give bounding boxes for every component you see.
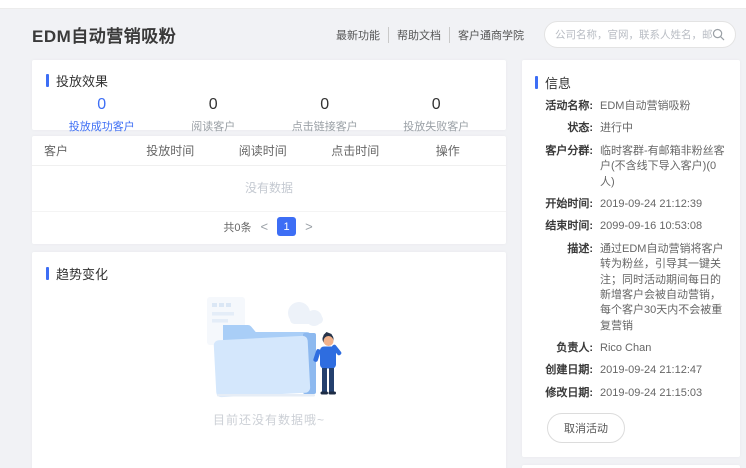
pagination: 共0条 < 1 > [32, 212, 506, 244]
customers-table-card: 客户 投放时间 阅读时间 点击时间 操作 没有数据 共0条 < 1 > [32, 136, 506, 244]
cancel-campaign-button[interactable]: 取消活动 [547, 413, 625, 443]
trend-empty-text: 目前还没有数据哦~ [213, 411, 325, 428]
column-header-delivery-time: 投放时间 [124, 142, 217, 159]
info-label: 客户分群: [535, 144, 593, 190]
prev-page-button[interactable]: < [258, 218, 270, 235]
nav-link-academy[interactable]: 客户通商学院 [449, 27, 532, 43]
stat-label: 阅读客户 [158, 118, 270, 134]
person-figure [312, 332, 341, 395]
pagination-total: 共0条 [223, 219, 251, 235]
effect-stats: 0 投放成功客户 0 阅读客户 0 点击链接客户 0 投放失败客户 [46, 96, 492, 134]
column-header-customer: 客户 [44, 142, 124, 159]
stat-value: 0 [381, 96, 493, 114]
info-label: 活动名称: [535, 99, 593, 114]
column-header-actions: 操作 [402, 142, 495, 159]
info-value: Rico Chan [600, 341, 727, 356]
info-row-status: 状态: 进行中 [535, 121, 727, 136]
info-label: 描述: [535, 242, 593, 334]
info-value: 2019-09-24 21:12:47 [600, 363, 727, 378]
info-value: 2019-09-24 21:12:39 [600, 197, 727, 212]
top-strip [0, 0, 746, 9]
page-header: EDM自动营销吸粉 最新功能 帮助文档 客户通商学院 [0, 9, 746, 60]
info-row-campaign-name: 活动名称: EDM自动营销吸粉 [535, 99, 727, 114]
left-column: 投放效果 0 投放成功客户 0 阅读客户 0 点击链接客户 0 投放失败客户 [32, 60, 506, 468]
title-accent-bar [46, 267, 49, 280]
stat-label: 点击链接客户 [269, 118, 381, 134]
nav-link-new-features[interactable]: 最新功能 [328, 27, 388, 43]
column-header-click-time: 点击时间 [309, 142, 402, 159]
info-title-text: 信息 [545, 73, 571, 92]
trend-section-title: 趋势变化 [46, 264, 492, 283]
info-value: 临时客群-有邮箱非粉丝客户(不含线下导入客户)(0人) [600, 144, 727, 190]
next-page-button[interactable]: > [303, 218, 315, 235]
title-accent-bar [46, 74, 49, 87]
stat-value: 0 [158, 96, 270, 114]
page-title: EDM自动营销吸粉 [32, 22, 176, 47]
page-number-button[interactable]: 1 [277, 217, 296, 236]
info-value: 进行中 [600, 121, 727, 136]
stat-label: 投放失败客户 [381, 118, 493, 134]
info-row-modified-date: 修改日期: 2019-09-24 21:15:03 [535, 386, 727, 401]
campaign-info-card: 信息 活动名称: EDM自动营销吸粉 状态: 进行中 客户分群: 临时客群-有邮… [522, 60, 740, 457]
info-label: 修改日期: [535, 386, 593, 401]
info-value: 2019-09-24 21:15:03 [600, 386, 727, 401]
nav-link-help-docs[interactable]: 帮助文档 [388, 27, 449, 43]
info-value: 通过EDM自动营销将客户转为粉丝，引导其一键关注；同时活动期间每日的新增客户会被… [600, 242, 727, 334]
stat-delivered-customers[interactable]: 0 投放成功客户 [46, 96, 158, 134]
info-row-created-date: 创建日期: 2019-09-24 21:12:47 [535, 363, 727, 378]
info-row-end-time: 结束时间: 2099-09-16 10:53:08 [535, 219, 727, 234]
stat-value: 0 [269, 96, 381, 114]
effect-section-title: 投放效果 [46, 71, 492, 90]
stat-clicked-link-customers[interactable]: 0 点击链接客户 [269, 96, 381, 134]
header-right: 最新功能 帮助文档 客户通商学院 [328, 21, 736, 48]
info-label: 状态: [535, 121, 593, 136]
trend-title-text: 趋势变化 [56, 264, 108, 283]
search-input[interactable] [555, 29, 712, 41]
info-label: 负责人: [535, 341, 593, 356]
delivery-effect-card: 投放效果 0 投放成功客户 0 阅读客户 0 点击链接客户 0 投放失败客户 [32, 60, 506, 130]
info-row-owner: 负责人: Rico Chan [535, 341, 727, 356]
trend-card: 趋势变化 [32, 252, 506, 468]
info-value: 2099-09-16 10:53:08 [600, 219, 727, 234]
search-icon[interactable] [712, 28, 725, 41]
empty-data-illustration [187, 291, 352, 399]
info-value: EDM自动营销吸粉 [600, 99, 727, 114]
trend-empty-state: 目前还没有数据哦~ [46, 291, 492, 428]
stat-label: 投放成功客户 [46, 118, 158, 134]
global-search[interactable] [544, 21, 736, 48]
title-accent-bar [535, 76, 538, 89]
info-label: 创建日期: [535, 363, 593, 378]
stat-read-customers[interactable]: 0 阅读客户 [158, 96, 270, 134]
info-label: 结束时间: [535, 219, 593, 234]
effect-title-text: 投放效果 [56, 71, 108, 90]
stat-value: 0 [46, 96, 158, 114]
info-row-description: 描述: 通过EDM自动营销将客户转为粉丝，引导其一键关注；同时活动期间每日的新增… [535, 242, 727, 334]
info-section-title: 信息 [535, 73, 727, 92]
right-column: 信息 活动名称: EDM自动营销吸粉 状态: 进行中 客户分群: 临时客群-有邮… [522, 60, 740, 468]
info-label: 开始时间: [535, 197, 593, 212]
info-row-start-time: 开始时间: 2019-09-24 21:12:39 [535, 197, 727, 212]
info-rows: 活动名称: EDM自动营销吸粉 状态: 进行中 客户分群: 临时客群-有邮箱非粉… [535, 99, 727, 401]
info-row-customer-segment: 客户分群: 临时客群-有邮箱非粉丝客户(不含线下导入客户)(0人) [535, 144, 727, 190]
stat-failed-customers[interactable]: 0 投放失败客户 [381, 96, 493, 134]
table-empty-state: 没有数据 [32, 166, 506, 212]
nav-links: 最新功能 帮助文档 客户通商学院 [328, 27, 532, 43]
column-header-read-time: 阅读时间 [217, 142, 310, 159]
table-header-row: 客户 投放时间 阅读时间 点击时间 操作 [32, 136, 506, 166]
main-content: 投放效果 0 投放成功客户 0 阅读客户 0 点击链接客户 0 投放失败客户 [0, 60, 746, 468]
